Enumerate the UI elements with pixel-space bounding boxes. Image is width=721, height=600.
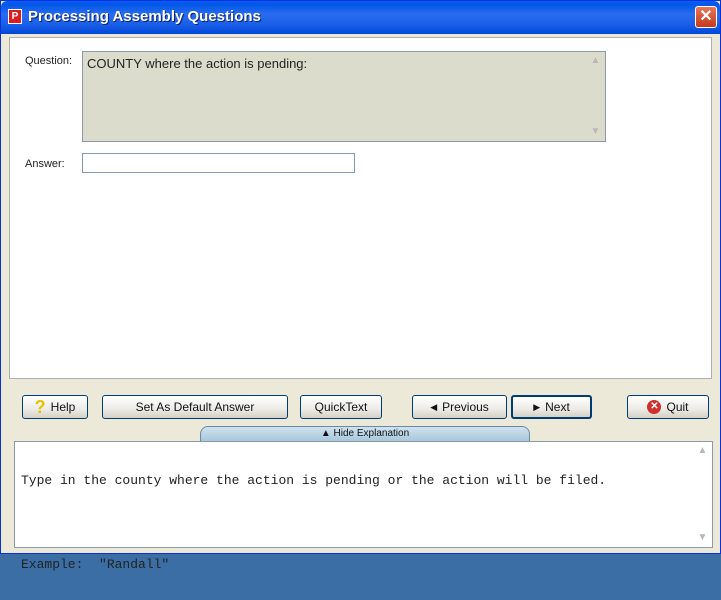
quit-button-label: Quit — [666, 400, 689, 414]
explanation-scroll-down-icon[interactable]: ▼ — [695, 531, 710, 545]
assembly-questions-window: P Processing Assembly Questions ✕ Questi… — [0, 0, 721, 572]
question-text: COUNTY where the action is pending: — [87, 56, 308, 71]
close-button[interactable]: ✕ — [695, 6, 717, 28]
explanation-spacer — [21, 516, 681, 530]
answer-input[interactable] — [82, 153, 355, 173]
help-button[interactable]: ? Help — [22, 395, 88, 419]
explanation-panel: Type in the county where the action is p… — [14, 441, 713, 572]
help-icon: ? — [34, 397, 46, 417]
question-panel: Question: COUNTY where the action is pen… — [9, 37, 712, 379]
explanation-line: Type in the county where the action is p… — [21, 473, 607, 488]
app-icon: P — [8, 9, 22, 24]
scroll-up-icon[interactable]: ▲ — [588, 54, 603, 68]
set-default-button-label: Set As Default Answer — [135, 400, 255, 414]
help-button-label: Help — [50, 400, 76, 414]
previous-button-label: Previous — [442, 400, 489, 414]
right-triangle-icon: ▶ — [533, 401, 541, 412]
question-scrollbar[interactable]: ▲ ▼ — [588, 54, 603, 139]
set-default-answer-button[interactable]: Set As Default Answer — [102, 395, 288, 419]
window-title: Processing Assembly Questions — [28, 8, 261, 25]
answer-label: Answer: — [25, 158, 65, 170]
question-label: Question: — [25, 55, 73, 67]
explanation-scroll-up-icon[interactable]: ▲ — [695, 444, 710, 458]
explanation-text: Type in the county where the action is p… — [21, 446, 681, 600]
question-box: COUNTY where the action is pending: ▲ ▼ — [82, 51, 606, 142]
previous-button[interactable]: ◀ Previous — [412, 395, 507, 419]
explanation-scrollbar[interactable]: ▲ ▼ — [695, 444, 710, 545]
quicktext-button-label: QuickText — [314, 400, 368, 414]
explanation-example: Example: "Randall" — [21, 557, 170, 572]
quicktext-button[interactable]: QuickText — [300, 395, 382, 419]
next-button[interactable]: ▶ Next — [511, 395, 592, 419]
next-button-label: Next — [545, 400, 570, 414]
quit-button[interactable]: ✕ Quit — [627, 395, 709, 419]
left-triangle-icon: ◀ — [430, 401, 438, 412]
title-bar[interactable]: P Processing Assembly Questions ✕ — [1, 1, 720, 34]
hide-explanation-label: Hide Explanation — [333, 428, 410, 439]
hide-explanation-toggle[interactable]: ▲ Hide Explanation — [200, 426, 530, 442]
collapse-arrow-icon: ▲ — [320, 428, 334, 439]
scroll-down-icon[interactable]: ▼ — [588, 125, 603, 139]
quit-icon: ✕ — [647, 400, 662, 414]
